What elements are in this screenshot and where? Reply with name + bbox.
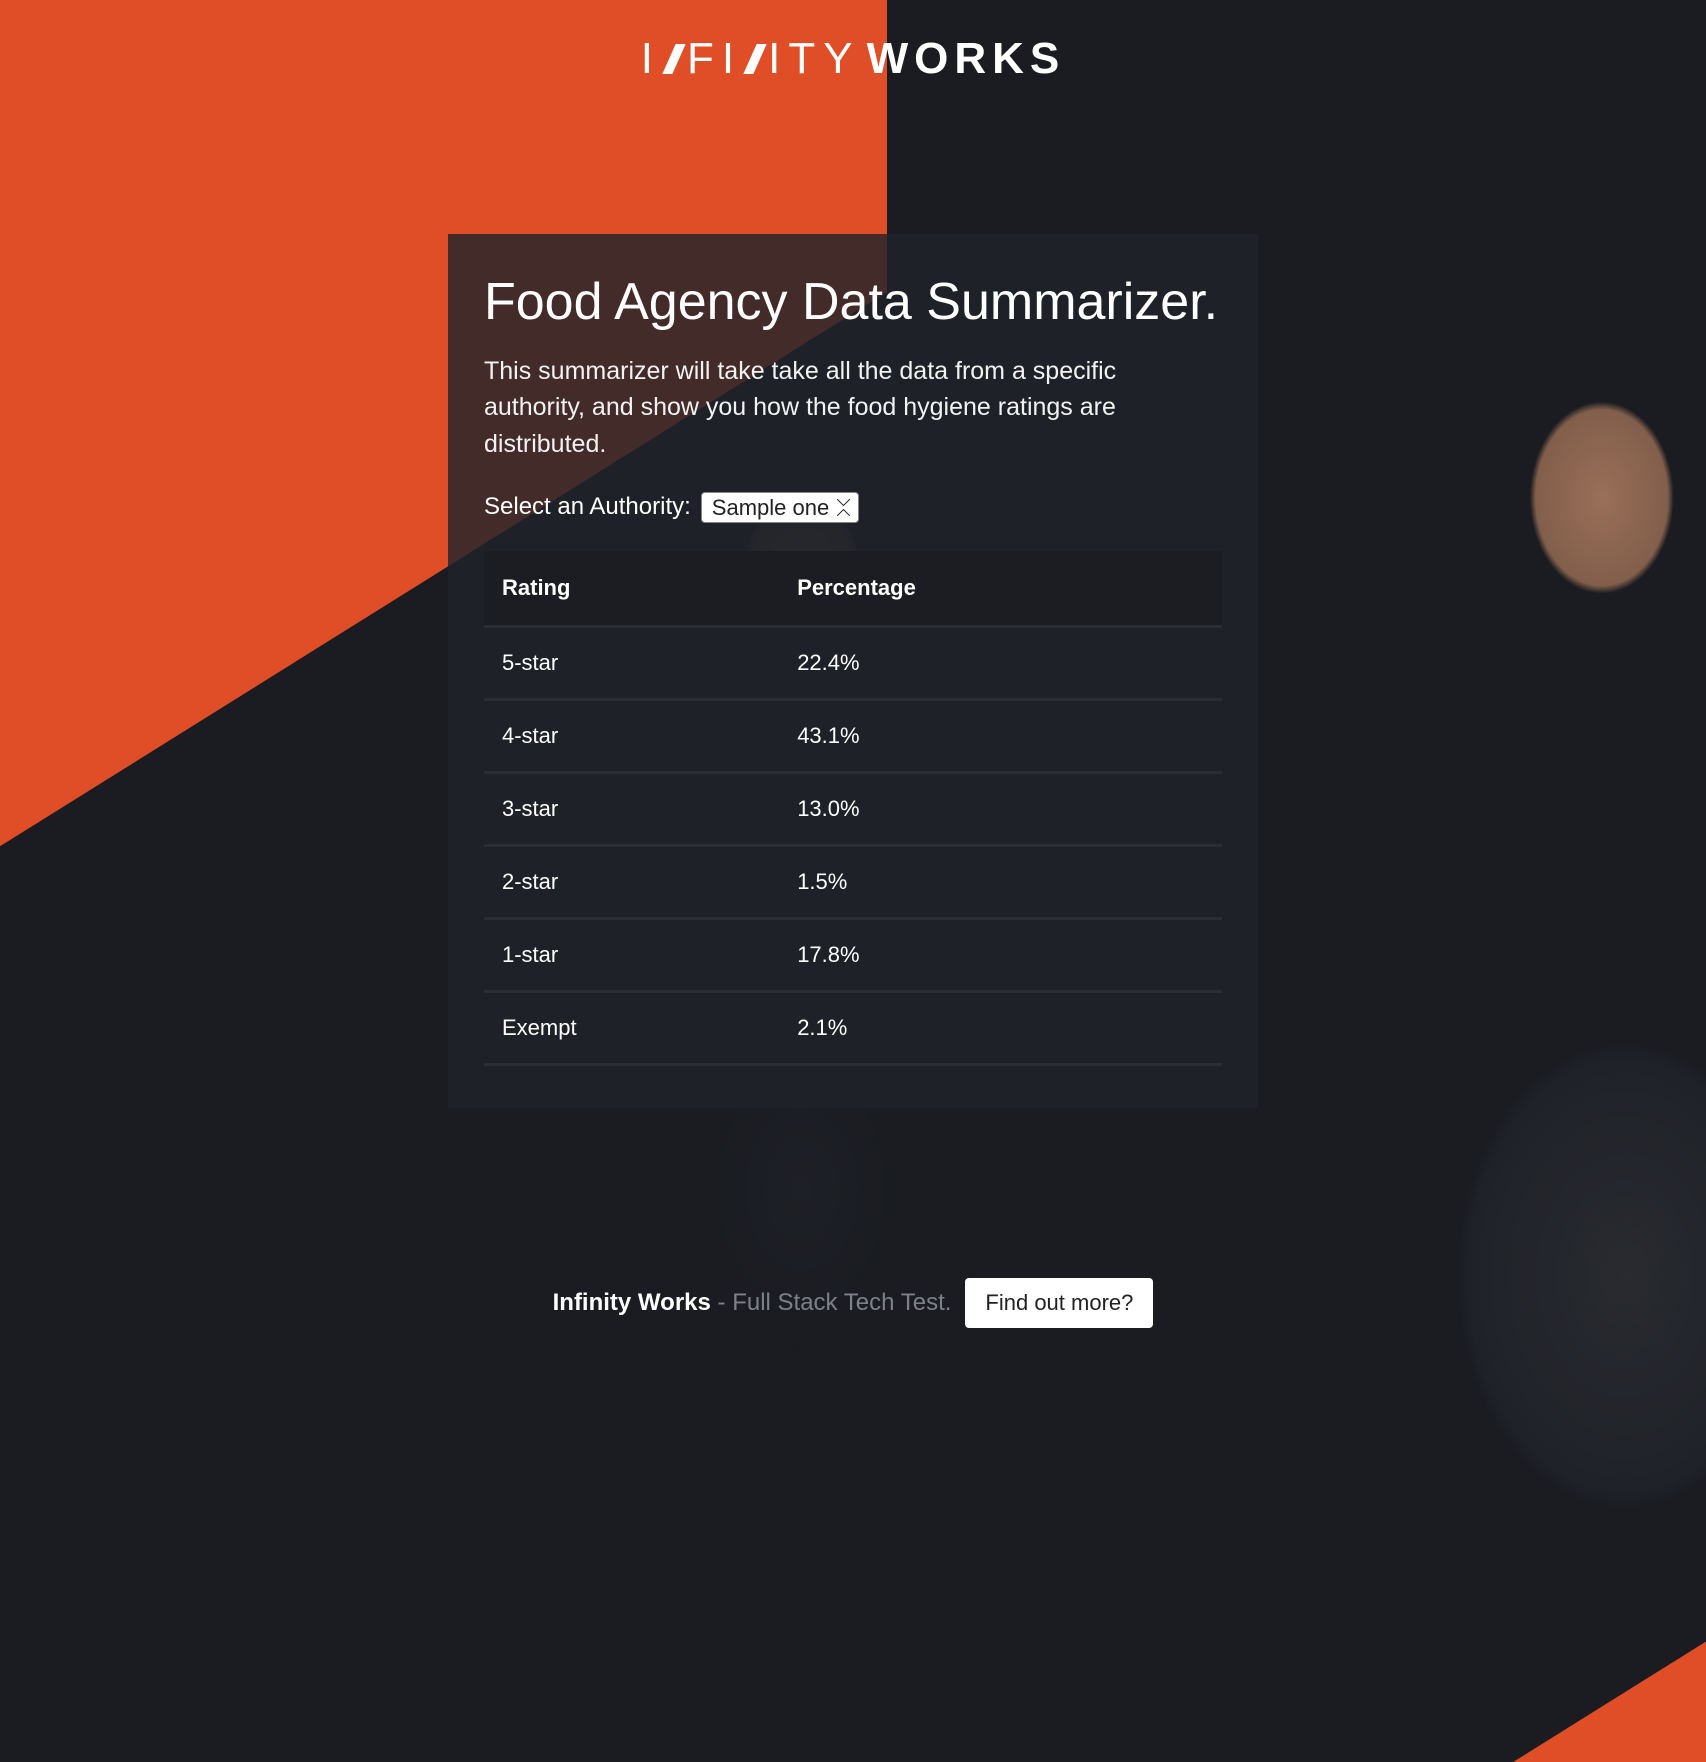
cell-rating: 4-star	[484, 699, 779, 772]
page-title: Food Agency Data Summarizer.	[484, 274, 1222, 331]
cell-rating: 5-star	[484, 626, 779, 699]
cell-pct: 1.5%	[779, 845, 1222, 918]
logo-slash-icon	[746, 44, 764, 74]
cell-rating: 1-star	[484, 918, 779, 991]
table-row: Exempt 2.1%	[484, 991, 1222, 1064]
cell-pct: 22.4%	[779, 626, 1222, 699]
brand-logo: I FI ITY WORKS	[641, 34, 1065, 84]
authority-select-label: Select an Authority:	[484, 493, 691, 521]
col-header-percentage: Percentage	[779, 551, 1222, 627]
logo-slash-icon	[665, 44, 683, 74]
cell-rating: 3-star	[484, 772, 779, 845]
cell-rating: 2-star	[484, 845, 779, 918]
logo-text-part: WORKS	[867, 34, 1066, 84]
footer-tagline: - Full Stack Tech Test.	[711, 1289, 952, 1316]
logo-text-part: ITY	[768, 34, 860, 84]
main-card: Food Agency Data Summarizer. This summar…	[448, 234, 1258, 1108]
table-row: 5-star 22.4%	[484, 626, 1222, 699]
find-out-more-button[interactable]: Find out more?	[965, 1278, 1153, 1328]
ratings-table: Rating Percentage 5-star 22.4% 4-star 43…	[484, 551, 1222, 1066]
cell-rating: Exempt	[484, 991, 779, 1064]
authority-select-row: Select an Authority: Sample one	[484, 492, 1222, 523]
table-row: 2-star 1.5%	[484, 845, 1222, 918]
cell-pct: 43.1%	[779, 699, 1222, 772]
table-row: 3-star 13.0%	[484, 772, 1222, 845]
table-row: 4-star 43.1%	[484, 699, 1222, 772]
footer-brand: Infinity Works	[553, 1289, 711, 1316]
footer: Infinity Works - Full Stack Tech Test. F…	[553, 1278, 1154, 1328]
authority-select[interactable]: Sample one	[701, 492, 859, 523]
page-subtitle: This summarizer will take take all the d…	[484, 353, 1222, 462]
cell-pct: 13.0%	[779, 772, 1222, 845]
cell-pct: 2.1%	[779, 991, 1222, 1064]
logo-text-part: I	[641, 34, 661, 84]
col-header-rating: Rating	[484, 551, 779, 627]
table-header-row: Rating Percentage	[484, 551, 1222, 627]
table-row: 1-star 17.8%	[484, 918, 1222, 991]
cell-pct: 17.8%	[779, 918, 1222, 991]
logo-text-part: FI	[687, 34, 742, 84]
